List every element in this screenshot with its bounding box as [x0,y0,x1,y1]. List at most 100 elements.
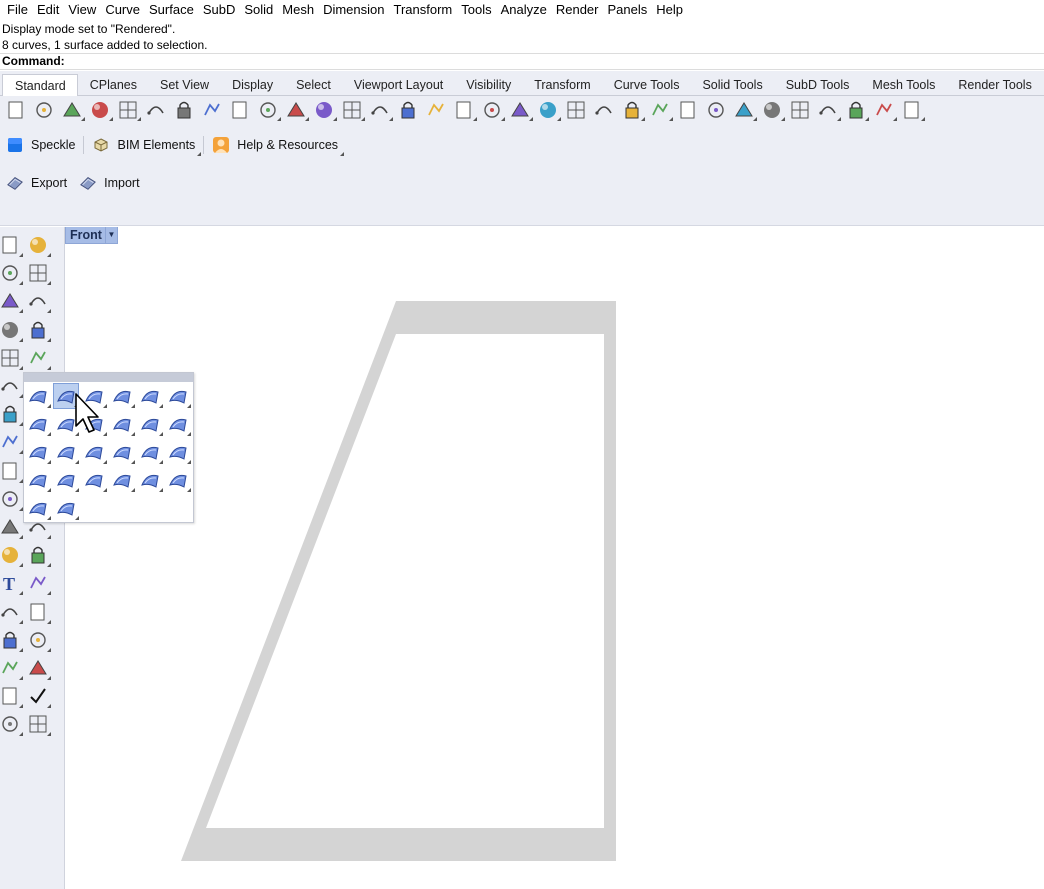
tab-curve-tools[interactable]: Curve Tools [602,74,691,96]
trapezoid-surface[interactable] [181,301,616,861]
polyline-icon[interactable] [0,260,23,286]
zoom-icon[interactable] [310,97,338,123]
cut-icon[interactable] [142,97,170,123]
print-icon[interactable] [86,97,114,123]
bend-icon[interactable] [0,683,23,709]
material-sphere-icon[interactable] [702,97,730,123]
four-viewports-icon[interactable] [450,97,478,123]
command-prompt[interactable]: Command: [0,53,1044,70]
viewport-title-tab[interactable]: Front ▼ [65,227,118,244]
grid-array-icon[interactable] [0,655,23,681]
cylinder-icon[interactable] [0,429,23,455]
zoom-window-icon[interactable] [338,97,366,123]
tab-display[interactable]: Display [220,74,284,96]
pan-hand-icon[interactable] [254,97,282,123]
circle-icon[interactable] [0,288,23,314]
undo-icon[interactable] [226,97,254,123]
paste-icon[interactable] [198,97,226,123]
move-icon[interactable] [25,599,51,625]
torus-surface-icon[interactable] [165,439,191,465]
color-wheel-icon[interactable] [674,97,702,123]
hatch-icon[interactable] [25,627,51,653]
surface-from-points-icon[interactable] [25,383,51,409]
rotate-camera-icon[interactable] [422,97,450,123]
menu-surface[interactable]: Surface [145,0,199,20]
cone-surface-icon[interactable] [109,439,135,465]
layer-icon[interactable] [646,97,674,123]
arc-icon[interactable] [0,542,23,568]
box-solid-icon[interactable] [0,401,23,427]
speckle-button[interactable]: Speckle [0,133,81,157]
help-icon[interactable] [898,97,926,123]
arc-edit-icon[interactable] [25,542,51,568]
extrude-curve-icon[interactable] [25,439,51,465]
rail-revolve-icon[interactable] [137,411,163,437]
network-surface-icon[interactable] [25,411,51,437]
menu-panels[interactable]: Panels [603,0,652,20]
menu-view[interactable]: View [64,0,101,20]
select-filter-icon[interactable] [786,97,814,123]
light-bulb-icon[interactable] [590,97,618,123]
select-arrow-icon[interactable] [0,232,23,258]
menu-solid[interactable]: Solid [240,0,278,20]
boolean-icon[interactable] [0,514,23,540]
ellipse-icon[interactable] [25,288,51,314]
menu-analyze[interactable]: Analyze [497,0,552,20]
loft-icon[interactable] [109,383,135,409]
twist-surface-icon[interactable] [109,467,135,493]
menu-transform[interactable]: Transform [389,0,457,20]
rotate-view-icon[interactable] [282,97,310,123]
dimension-icon[interactable] [842,97,870,123]
help-resources-button[interactable]: Help & Resources [206,133,344,157]
ribbon-icon[interactable] [25,467,51,493]
brush-icon[interactable] [0,486,23,512]
save-icon[interactable] [58,97,86,123]
menu-render[interactable]: Render [552,0,604,20]
front-viewport[interactable]: Front ▼ [65,227,1044,889]
curve-icon[interactable] [25,260,51,286]
tab-subd-tools[interactable]: SubD Tools [774,74,861,96]
open-folder-icon[interactable] [30,97,58,123]
tab-set-view[interactable]: Set View [148,74,220,96]
text-icon[interactable]: T [0,570,23,596]
surface-icon[interactable] [0,373,23,399]
menu-curve[interactable]: Curve [101,0,145,20]
blend-surface-icon[interactable] [137,439,163,465]
menu-subd[interactable]: SubD [199,0,241,20]
heightfield-icon[interactable] [165,411,191,437]
tab-render-tools[interactable]: Render Tools [946,74,1042,96]
tab-select[interactable]: Select [284,74,342,96]
car-render-icon[interactable] [478,97,506,123]
texture-surface-icon[interactable] [165,467,191,493]
point-grid-icon[interactable] [25,495,51,521]
revolve-icon[interactable] [81,467,107,493]
flyout-title-bar[interactable] [24,373,193,382]
export-button[interactable]: Export [0,171,73,195]
import-button[interactable]: Import [73,171,145,195]
points-icon[interactable] [562,97,590,123]
tab-transform[interactable]: Transform [522,74,602,96]
developable-icon[interactable] [53,495,79,521]
sweep1-icon[interactable] [137,383,163,409]
new-file-icon[interactable] [2,97,30,123]
pyramid-icon[interactable] [25,711,51,737]
bim-elements-button[interactable]: BIM Elements [86,133,202,157]
rectangle-icon[interactable] [25,317,51,343]
fillet-curve-icon[interactable] [25,345,51,371]
cube-render-icon[interactable] [0,627,23,653]
tab-visibility[interactable]: Visibility [454,74,522,96]
sweep2-icon[interactable] [165,383,191,409]
copy-icon[interactable] [170,97,198,123]
sweep-1-2-icon[interactable] [53,467,79,493]
zoom-extents-icon[interactable] [366,97,394,123]
tab-solid-tools[interactable]: Solid Tools [690,74,773,96]
menu-tools[interactable]: Tools [457,0,496,20]
globe-icon[interactable] [870,97,898,123]
shape-icon[interactable] [0,711,23,737]
tab-viewport-layout[interactable]: Viewport Layout [342,74,454,96]
tab-mesh-tools[interactable]: Mesh Tools [860,74,946,96]
import-page-icon[interactable] [114,97,142,123]
scale-icon[interactable] [25,570,51,596]
drape-icon[interactable] [137,467,163,493]
extrude-to-point-icon[interactable] [81,439,107,465]
